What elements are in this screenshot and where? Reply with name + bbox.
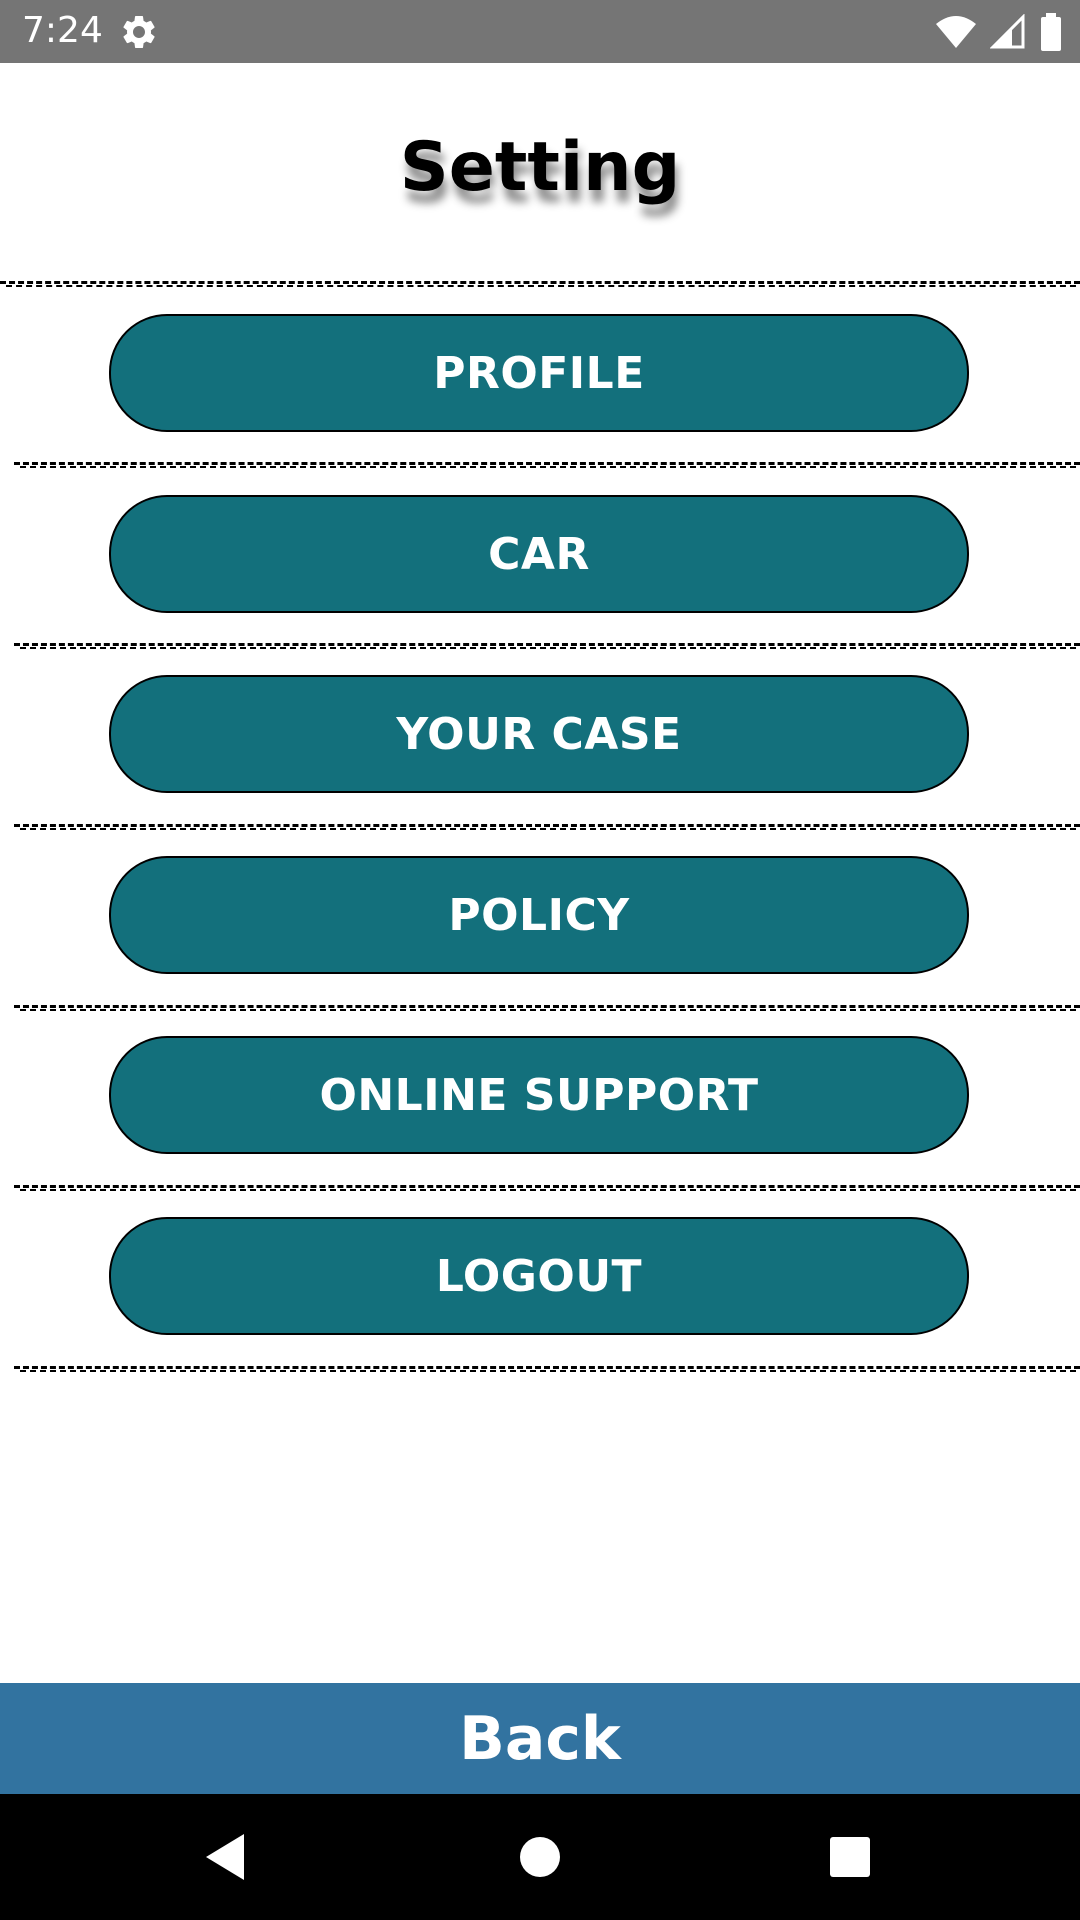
profile-button-label: PROFILE — [433, 347, 645, 399]
divider — [14, 462, 1080, 465]
status-time: 7:24 — [22, 10, 103, 51]
profile-button[interactable]: PROFILE — [109, 314, 969, 432]
status-bar: 7:24 — [0, 0, 1080, 63]
back-button[interactable]: Back — [0, 1683, 1080, 1794]
your-case-button-label: YOUR CASE — [396, 708, 682, 760]
back-button-label: Back — [459, 1703, 621, 1774]
navigation-bar — [0, 1794, 1080, 1920]
battery-icon — [1041, 13, 1061, 51]
your-case-button[interactable]: YOUR CASE — [109, 675, 969, 793]
online-support-button-label: ONLINE SUPPORT — [319, 1069, 759, 1121]
divider — [14, 1366, 1080, 1369]
divider — [14, 1185, 1080, 1188]
divider — [14, 1005, 1080, 1008]
divider — [14, 824, 1080, 827]
home-circle-icon[interactable] — [505, 1822, 575, 1892]
logout-button[interactable]: LOGOUT — [109, 1217, 969, 1335]
gear-icon — [123, 15, 155, 48]
back-triangle-icon[interactable] — [190, 1822, 260, 1892]
policy-button-label: POLICY — [448, 889, 630, 941]
divider — [0, 281, 1080, 284]
recents-square-icon[interactable] — [815, 1822, 885, 1892]
status-icons — [936, 12, 1062, 52]
online-support-button[interactable]: ONLINE SUPPORT — [109, 1036, 969, 1154]
car-button[interactable]: CAR — [109, 495, 969, 613]
wifi-icon — [936, 16, 976, 48]
car-button-label: CAR — [488, 528, 590, 580]
policy-button[interactable]: POLICY — [109, 856, 969, 974]
logout-button-label: LOGOUT — [435, 1250, 643, 1302]
divider — [14, 643, 1080, 646]
cell-signal-icon — [990, 14, 1025, 49]
page-title: Setting — [399, 128, 681, 207]
